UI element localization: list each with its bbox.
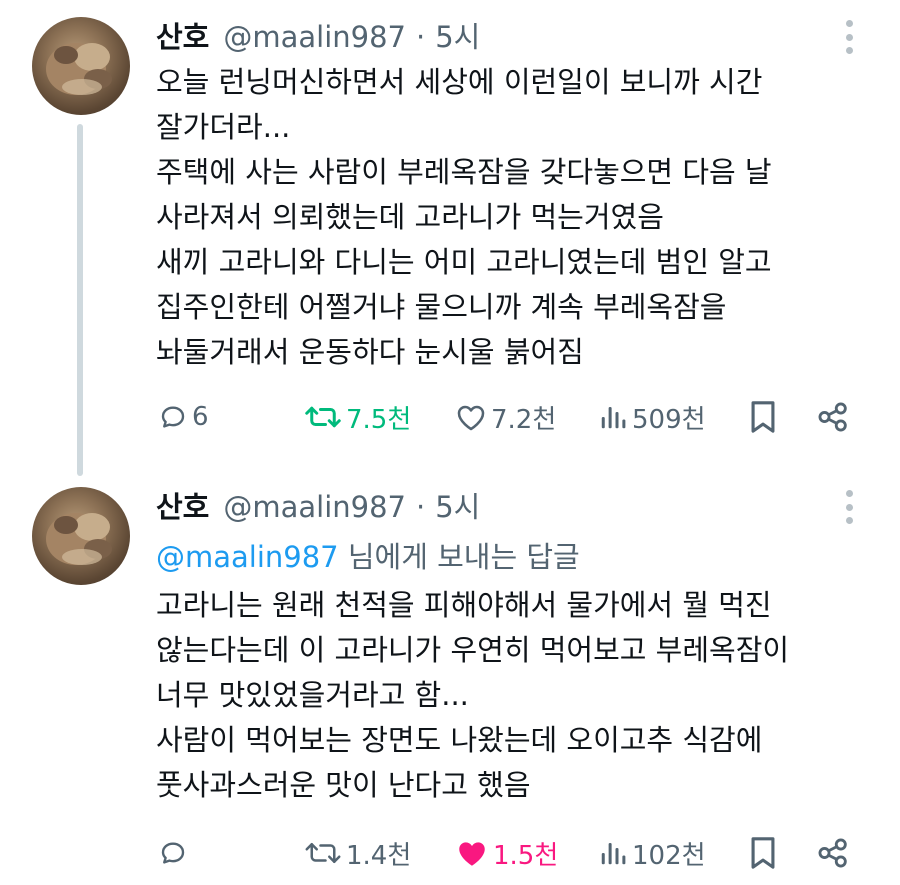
repost-count: 1.4천: [346, 840, 412, 871]
post-body-line: 너무 맛있었을거라고 함...: [156, 678, 469, 712]
more-options-button[interactable]: [840, 20, 858, 54]
repost-arrows-icon: [305, 843, 341, 863]
post-body: 오늘 런닝머신하면서 세상에 이런일이 보니까 시간 잘가더라... 주택에 사…: [156, 60, 866, 375]
reply-to-label: 님에게 보내는 답글: [338, 540, 580, 574]
author-handle[interactable]: @maalin987: [223, 490, 406, 524]
post-time[interactable]: 5시: [435, 484, 480, 526]
post-body-line: 풋사과스러운 맛이 난다고 했음: [156, 768, 531, 802]
view-count: 509천: [632, 404, 706, 435]
reply-mention-link[interactable]: @maalin987: [156, 540, 339, 574]
like-count: 7.2천: [491, 404, 557, 435]
more-dot: [845, 517, 853, 524]
share-button[interactable]: [816, 394, 850, 440]
post-body-line: 사람이 먹어보는 장면도 나왔는데 오이고추 식감에: [156, 723, 763, 757]
share-icon: [818, 402, 847, 432]
post-body: 고라니는 원래 천적을 피해야해서 물가에서 뭘 먹진 않는다는데 이 고라니가…: [156, 583, 866, 808]
views-bar-chart-icon: [601, 407, 626, 429]
post-body-line: 오늘 런닝머신하면서 세상에 이런일이 보니까 시간: [156, 65, 763, 99]
more-dot: [845, 47, 853, 54]
post-time[interactable]: 5시: [435, 14, 480, 56]
bookmark-icon: [751, 837, 775, 869]
author-handle[interactable]: @maalin987: [223, 20, 406, 54]
thread-connector-line: [77, 124, 83, 476]
separator-dot: ·: [416, 490, 426, 524]
action-bar: 1.4천 1.5천 102천: [156, 830, 856, 876]
views-bar-chart-icon: [601, 843, 626, 865]
avatar-image: [46, 43, 112, 95]
post-body-line: 새끼 고라니와 다니는 어미 고라니였는데 범인 알고: [156, 245, 772, 279]
repost-count: 7.5천: [346, 404, 412, 435]
avatar-image: [46, 513, 112, 565]
post-body-line: 놔둘거래서 운동하다 눈시울 붉어짐: [156, 335, 584, 369]
like-button[interactable]: 1.5천: [455, 830, 558, 876]
post-1[interactable]: 산호 @maalin987 · 5시 오늘 런닝머신하면서 세상에 이런일이 보…: [0, 0, 900, 476]
more-dot: [845, 33, 853, 41]
heart-icon: [459, 842, 485, 866]
post-body-line: 않는다는데 이 고라니가 우연히 먹어보고 부레옥잠이: [156, 633, 790, 667]
author-name[interactable]: 산호: [156, 484, 209, 526]
view-count: 102천: [632, 840, 706, 871]
post-header: 산호 @maalin987 · 5시: [156, 484, 480, 524]
repost-button[interactable]: 1.4천: [304, 830, 411, 876]
bookmark-icon: [751, 401, 775, 433]
action-bar: 6 7.5천 7.2천 509천: [156, 394, 856, 440]
separator-dot: ·: [416, 20, 426, 54]
author-name[interactable]: 산호: [156, 14, 209, 56]
more-vertical-icon: [845, 490, 853, 497]
post-body-line: 주택에 사는 사람이 부레옥잠을 갖다놓으면 다음 날: [156, 155, 772, 189]
heart-icon: [457, 405, 485, 431]
avatar[interactable]: [32, 17, 130, 115]
like-count: 1.5천: [493, 840, 559, 871]
reply-bubble-icon: [161, 842, 185, 864]
reply-button[interactable]: 6: [158, 394, 209, 440]
reply-bubble-icon: [161, 406, 185, 428]
post-body-line: 집주인한테 어쩔거냐 물으니까 계속 부레옥잠을: [156, 290, 727, 324]
bookmark-button[interactable]: [748, 830, 778, 876]
more-vertical-icon: [845, 20, 853, 27]
reply-button[interactable]: [158, 830, 192, 876]
post-header: 산호 @maalin987 · 5시: [156, 14, 480, 54]
views-button[interactable]: 509천: [598, 394, 706, 440]
views-button[interactable]: 102천: [598, 830, 706, 876]
repost-button[interactable]: 7.5천: [304, 394, 411, 440]
reply-count: 6: [192, 402, 209, 432]
post-body-line: 잘가더라...: [156, 110, 291, 144]
share-button[interactable]: [816, 830, 850, 876]
bookmark-button[interactable]: [748, 394, 778, 440]
like-button[interactable]: 7.2천: [455, 394, 556, 440]
post-2[interactable]: 산호 @maalin987 · 5시 @maalin987 님에게 보내는 답글…: [0, 470, 900, 885]
post-body-line: 사라져서 의뢰했는데 고라니가 먹는거였음: [156, 200, 664, 234]
more-dot: [845, 503, 853, 511]
share-icon: [818, 838, 847, 868]
avatar[interactable]: [32, 487, 130, 585]
post-body-line: 고라니는 원래 천적을 피해야해서 물가에서 뭘 먹진: [156, 588, 772, 622]
repost-arrows-icon: [305, 406, 341, 428]
more-options-button[interactable]: [840, 490, 858, 524]
replying-to: @maalin987 님에게 보내는 답글: [156, 534, 580, 576]
